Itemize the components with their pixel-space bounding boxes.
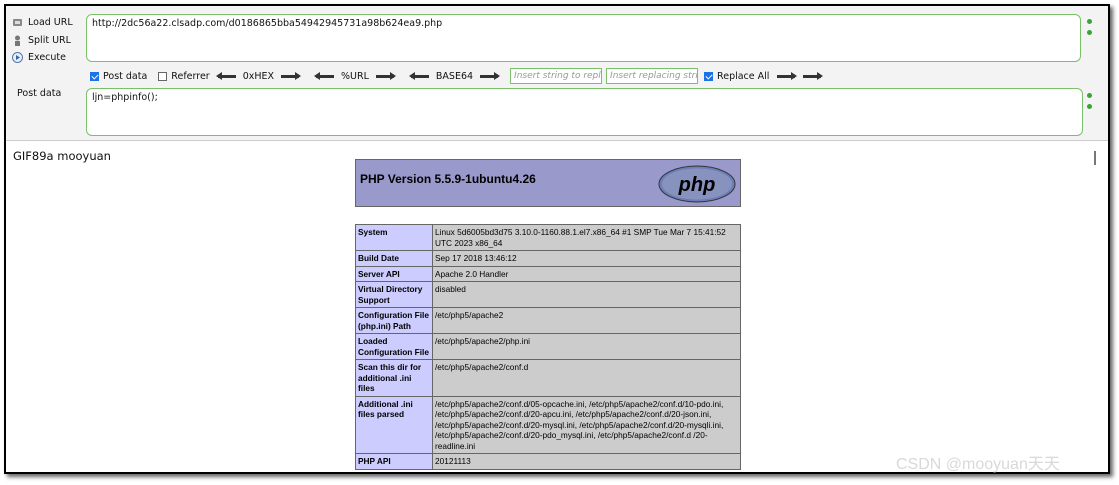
info-value: /etc/php5/apache2/conf.d [432, 359, 741, 397]
url-decode-arrow-icon[interactable] [314, 71, 335, 80]
url-scroll-indicator[interactable] [1087, 16, 1093, 41]
referrer-checkbox[interactable] [158, 71, 168, 81]
gif-header-text: GIF89a mooyuan [13, 149, 111, 163]
info-value: 20121113 [432, 453, 741, 470]
execute-button[interactable]: Execute [12, 49, 66, 65]
info-key: System [355, 224, 433, 251]
info-table-row: Scan this dir for additional .ini files /… [355, 359, 741, 397]
info-value: /etc/php5/apache2/conf.d/05-opcache.ini,… [432, 395, 741, 454]
load-url-icon [12, 17, 23, 28]
replacing-string-input[interactable]: Insert replacing string [606, 68, 699, 84]
php-logo-text: php [678, 174, 716, 196]
replace-arrow-icon[interactable] [777, 71, 798, 80]
options-row: Post data Referrer 0xHEX %URL BASE64 Ins… [90, 68, 824, 84]
info-table-row: Server API Apache 2.0 Handler [355, 265, 741, 282]
info-key: Loaded Configuration File [355, 333, 433, 360]
php-version-title: PHP Version 5.5.9-1ubuntu4.26 [360, 172, 536, 186]
info-key: Virtual Directory Support [355, 281, 433, 308]
post-scroll-indicator[interactable] [1087, 90, 1093, 115]
base64-encode-arrow-icon[interactable] [480, 71, 501, 80]
php-logo-icon: php [658, 165, 736, 203]
info-value: /etc/php5/apache2 [432, 307, 741, 334]
url-value: http://2dc56a22.clsadp.com/d0186865bba54… [92, 18, 443, 29]
hex-label: 0xHEX [242, 70, 275, 82]
base64-decode-arrow-icon[interactable] [408, 71, 429, 80]
post-data-option-label: Post data [103, 70, 148, 82]
watermark: CSDN @mooyuan天天 [896, 456, 1060, 473]
url-encode-arrow-icon[interactable] [375, 71, 396, 80]
info-value: Sep 17 2018 13:46:12 [432, 250, 741, 267]
info-table-row: System Linux 5d6005bd3d75 3.10.0-1160.88.… [355, 224, 741, 251]
split-url-icon [12, 35, 23, 46]
split-url-label: Split URL [28, 34, 71, 46]
hex-encode-arrow-icon[interactable] [281, 71, 302, 80]
info-key: Scan this dir for additional .ini files [355, 359, 433, 397]
split-url-button[interactable]: Split URL [12, 32, 71, 48]
info-key: Server API [355, 265, 433, 282]
info-value: disabled [432, 281, 741, 308]
post-data-checkbox[interactable] [90, 71, 99, 81]
url-encode-label: %URL [341, 70, 369, 82]
page-content: GIF89a mooyuan PHP Version 5.5.9-1ubuntu… [6, 141, 1108, 472]
replace-string-input[interactable]: Insert string to replace [510, 68, 603, 84]
hackbar-toolbar: Load URL Split URL Execute http://2dc56a… [6, 6, 1108, 141]
info-value: Apache 2.0 Handler [432, 265, 741, 282]
post-data-input[interactable]: ljn=phpinfo(); [86, 88, 1083, 136]
post-data-label: Post data [17, 88, 62, 99]
info-key: Configuration File (php.ini) Path [355, 307, 433, 334]
replace-all-label: Replace All [717, 70, 770, 82]
info-table-row: PHP API 20121113 [355, 453, 741, 470]
info-table-row: Loaded Configuration File/etc/php5/apach… [355, 333, 741, 360]
php-version-header: PHP Version 5.5.9-1ubuntu4.26 php [355, 159, 741, 207]
referrer-option-label: Referrer [171, 70, 210, 82]
url-input[interactable]: http://2dc56a22.clsadp.com/d0186865bba54… [86, 14, 1081, 62]
execute-icon [12, 51, 23, 63]
info-table-row: Configuration File (php.ini) Path/etc/ph… [355, 307, 741, 334]
browser-frame: Load URL Split URL Execute http://2dc56a… [4, 4, 1110, 474]
load-url-button[interactable]: Load URL [12, 14, 73, 30]
info-key: Additional .ini files parsed [355, 395, 433, 454]
info-value: Linux 5d6005bd3d75 3.10.0-1160.88.1.el7.… [432, 224, 741, 251]
post-data-value: ljn=phpinfo(); [92, 92, 158, 103]
info-table-row: Build Date Sep 17 2018 13:46:12 [355, 250, 741, 267]
info-key: Build Date [355, 250, 433, 267]
info-table-row: Virtual Directory Support disabled [355, 281, 741, 308]
info-key: PHP API [355, 453, 433, 470]
base64-label: BASE64 [435, 70, 474, 82]
replace-all-checkbox[interactable] [704, 71, 714, 81]
info-value: /etc/php5/apache2/php.ini [432, 333, 741, 360]
hex-decode-arrow-icon[interactable] [215, 71, 236, 80]
execute-label: Execute [28, 51, 66, 63]
replace-next-arrow-icon[interactable] [803, 71, 824, 80]
php-info-table: System Linux 5d6005bd3d75 3.10.0-1160.88.… [355, 224, 741, 470]
load-url-label: Load URL [28, 16, 73, 28]
page-scrollbar[interactable] [1092, 151, 1098, 461]
info-table-row: Additional .ini files parsed/etc/php5/ap… [355, 395, 741, 454]
